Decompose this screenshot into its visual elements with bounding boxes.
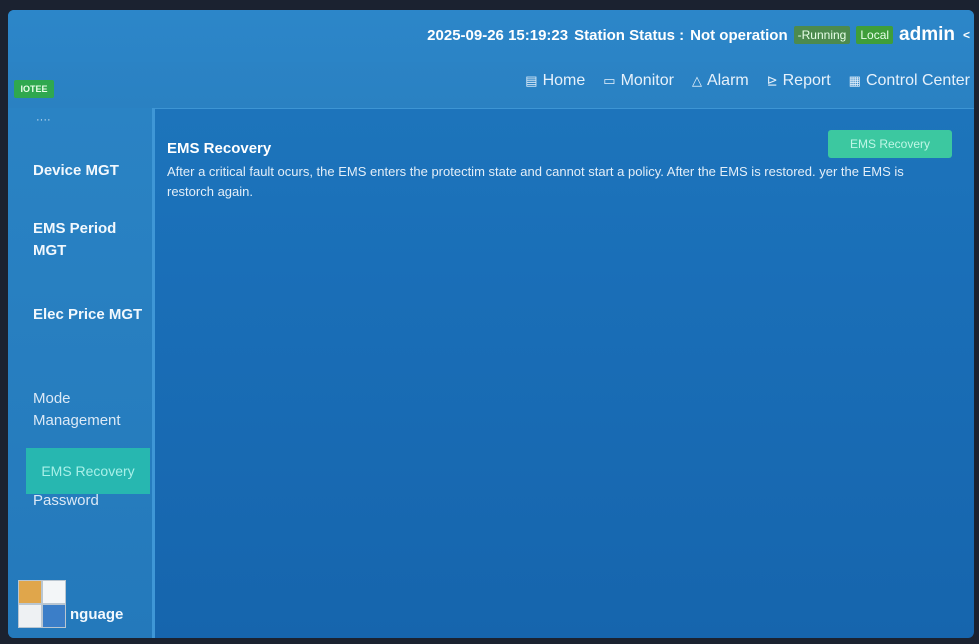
- tool-icon-blank[interactable]: [42, 580, 66, 604]
- nav-monitor[interactable]: ▭ Monitor: [603, 72, 674, 90]
- nav-alarm[interactable]: △ Alarm: [692, 72, 749, 90]
- nav-home[interactable]: ▤ Home: [525, 72, 585, 90]
- nav-report[interactable]: ⊵ Report: [767, 72, 831, 90]
- sidebar-partial-item: ····: [36, 114, 51, 126]
- control-center-icon: ▦: [848, 73, 861, 88]
- running-badge: -Running: [793, 26, 851, 44]
- nav-home-label: Home: [542, 72, 586, 89]
- nav-report-label: Report: [782, 72, 831, 89]
- device-screen: 2025-09-26 15:19:23 Station Status : Not…: [8, 10, 974, 638]
- brand-logo: IOTEE: [14, 80, 54, 98]
- tool-icon-blue[interactable]: [42, 604, 66, 628]
- nav-control-center[interactable]: ▦ Control Center: [849, 72, 970, 90]
- sidebar-item-ems-recovery[interactable]: EMS Recovery: [26, 448, 150, 494]
- sidebar: ···· Device MGT EMS Period MGT Elec Pric…: [8, 108, 155, 638]
- sidebar-item-device-mgt[interactable]: Device MGT: [33, 160, 143, 182]
- nav-control-center-label: Control Center: [865, 72, 970, 89]
- main-nav: IOTEE ▤ Home ▭ Monitor △ Alarm ⊵ Report …: [8, 62, 974, 109]
- monitor-icon: ▭: [603, 73, 616, 88]
- ems-recovery-button[interactable]: EMS Recovery: [828, 130, 952, 158]
- sidebar-item-mode-management[interactable]: Mode Management: [33, 388, 143, 432]
- home-icon: ▤: [525, 73, 538, 88]
- tool-icon-orange[interactable]: [18, 580, 42, 604]
- datetime: 2025-09-26 15:19:23: [427, 26, 569, 44]
- station-status-value: Not operation: [690, 26, 788, 44]
- main-content: EMS Recovery After a critical fault ocur…: [155, 108, 974, 638]
- sidebar-item-language[interactable]: nguage: [70, 606, 123, 623]
- page-title: EMS Recovery: [167, 140, 272, 157]
- station-status-label: Station Status :: [574, 26, 685, 44]
- sidebar-item-ems-period-mgt[interactable]: EMS Period MGT: [33, 218, 143, 262]
- report-icon: ⊵: [766, 73, 778, 88]
- user-menu[interactable]: admin: [899, 24, 955, 46]
- alarm-icon: △: [691, 73, 702, 88]
- page-description: After a critical fault ocurs, the EMS en…: [167, 164, 904, 199]
- top-status-bar: 2025-09-26 15:19:23 Station Status : Not…: [8, 10, 974, 62]
- user-caret-icon[interactable]: <: [963, 28, 970, 42]
- nav-monitor-label: Monitor: [620, 72, 674, 89]
- tool-icon-blank-2[interactable]: [18, 604, 42, 628]
- status-line: 2025-09-26 15:19:23 Station Status : Not…: [427, 24, 970, 46]
- local-badge: Local: [856, 26, 894, 44]
- sidebar-item-elec-price-mgt[interactable]: Elec Price MGT: [33, 304, 143, 326]
- floating-toolbox[interactable]: [18, 580, 70, 632]
- nav-alarm-label: Alarm: [706, 72, 749, 89]
